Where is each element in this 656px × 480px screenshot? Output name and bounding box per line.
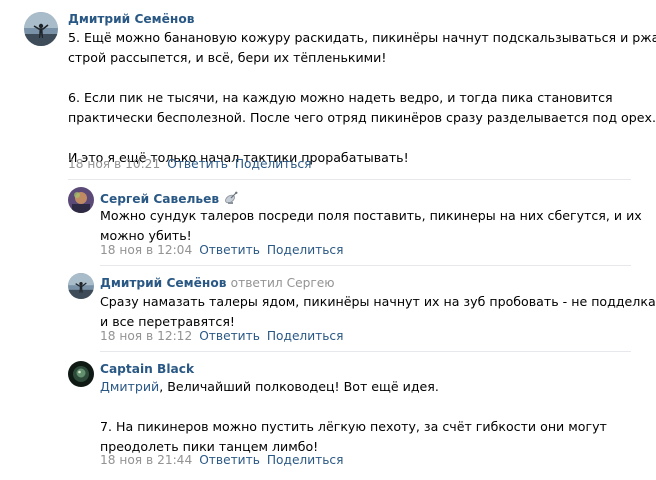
- comment-text-line: 6. Если пик не тысячи, на каждую можно н…: [68, 90, 613, 105]
- comment-text-line: [68, 68, 656, 88]
- share-button[interactable]: Поделиться: [267, 243, 344, 257]
- comment-author[interactable]: Captain Black: [100, 362, 194, 376]
- comment-author: Дмитрий Семёнов ответил Сергею: [100, 276, 335, 290]
- share-button[interactable]: Поделиться: [235, 157, 312, 171]
- avatar-captain-black-photo: [68, 361, 94, 387]
- reply-button[interactable]: Ответить: [199, 243, 260, 257]
- comment-text: Можно сундук талеров посреди поля постав…: [100, 206, 642, 246]
- reply-button[interactable]: Ответить: [167, 157, 228, 171]
- comment-text-fragment: , Величайший полководец! Вот ещё идея.: [159, 379, 439, 394]
- comment-author-name[interactable]: Сергей Савельев: [100, 192, 219, 206]
- comment-2: Сергей Савельев Можно сундук талеров пос…: [0, 180, 656, 266]
- comment-date[interactable]: 18 ноя в 12:12: [100, 329, 192, 343]
- comment-4: Captain Black Дмитрий, Величайший полков…: [0, 352, 656, 480]
- comment-text: Сразу намазать талеры ядом, пикинёры нач…: [100, 292, 656, 332]
- comment-1: Дмитрий Семёнов 5. Ещё можно банановую к…: [0, 0, 656, 180]
- comment-meta: 18 ноя в 10:21 Ответить Поделиться: [68, 157, 318, 171]
- replied-prefix: ответил: [230, 276, 283, 290]
- mention-link[interactable]: Дмитрий: [100, 379, 159, 394]
- reply-button[interactable]: Ответить: [199, 453, 260, 467]
- comment-date[interactable]: 18 ноя в 10:21: [68, 157, 160, 171]
- comment-date[interactable]: 18 ноя в 21:44: [100, 453, 192, 467]
- replied-to-link[interactable]: Сергею: [287, 276, 335, 290]
- reply-button[interactable]: Ответить: [199, 329, 260, 343]
- replied-to: ответил Сергею: [231, 276, 335, 290]
- comment-author-name[interactable]: Дмитрий Семёнов: [100, 276, 226, 290]
- avatar-dmitry-photo: [24, 12, 58, 46]
- avatar-dmitry-photo: [68, 273, 94, 299]
- comment-author[interactable]: Дмитрий Семёнов: [68, 12, 194, 26]
- comment-meta: 18 ноя в 12:04 Ответить Поделиться: [100, 243, 350, 257]
- comment-date[interactable]: 18 ноя в 12:04: [100, 243, 192, 257]
- avatar-captain-black[interactable]: [68, 361, 94, 387]
- comment-text-line: Дмитрий, Величайший полководец! Вот ещё …: [100, 377, 607, 397]
- comment-3: Дмитрий Семёнов ответил Сергею Сразу нам…: [0, 266, 656, 352]
- comment-text-line: [100, 397, 607, 417]
- comment-text-line: Сразу намазать талеры ядом, пикинёры нач…: [100, 294, 656, 309]
- comment-text-line: 7. На пикинеров можно пустить лёгкую пех…: [100, 419, 607, 434]
- share-button[interactable]: Поделиться: [267, 329, 344, 343]
- comment-text-line: Можно сундук талеров посреди поля постав…: [100, 208, 642, 223]
- comment-text: Дмитрий, Величайший полководец! Вот ещё …: [100, 377, 607, 457]
- comment-text-line: [68, 128, 656, 148]
- share-button[interactable]: Поделиться: [267, 453, 344, 467]
- comment-text-line: строй рассыпется, и всё, бери их тёплень…: [68, 50, 387, 65]
- avatar-sergey[interactable]: [68, 187, 94, 213]
- avatar-dmitry[interactable]: [68, 273, 94, 299]
- comment-meta: 18 ноя в 21:44 Ответить Поделиться: [100, 453, 350, 467]
- avatar-dmitry[interactable]: [24, 12, 58, 46]
- comment-meta: 18 ноя в 12:12 Ответить Поделиться: [100, 329, 350, 343]
- comment-text-line: практически бесполезной. После чего отря…: [68, 110, 656, 125]
- comment-text: 5. Ещё можно банановую кожуру раскидать,…: [68, 28, 656, 168]
- avatar-sergey-photo: [68, 187, 94, 213]
- comment-text-line: 5. Ещё можно банановую кожуру раскидать,…: [68, 30, 656, 45]
